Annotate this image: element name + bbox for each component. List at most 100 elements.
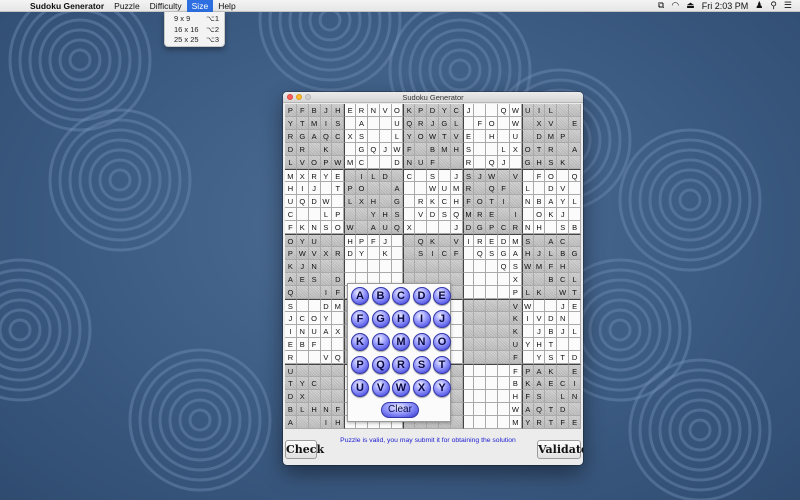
grid-cell[interactable] (450, 325, 463, 338)
grid-cell[interactable] (462, 416, 475, 429)
grid-cell[interactable] (533, 273, 546, 286)
grid-cell[interactable] (320, 377, 333, 390)
grid-cell[interactable]: E (462, 130, 475, 143)
grid-cell[interactable]: C (296, 312, 309, 325)
grid-cell[interactable]: H (521, 247, 534, 260)
grid-cell[interactable] (498, 390, 510, 403)
grid-cell[interactable]: H (285, 182, 297, 195)
grid-cell[interactable]: R (415, 195, 428, 208)
grid-cell[interactable] (320, 234, 333, 247)
grid-cell[interactable] (438, 221, 451, 234)
grid-cell[interactable] (415, 169, 428, 182)
grid-cell[interactable] (462, 338, 475, 351)
grid-cell[interactable]: K (285, 260, 297, 273)
grid-cell[interactable]: J (474, 169, 487, 182)
grid-cell[interactable]: Q (450, 208, 463, 221)
grid-cell[interactable]: D (332, 273, 345, 286)
grid-cell[interactable] (557, 143, 570, 156)
grid-cell[interactable]: J (427, 117, 439, 130)
grid-cell[interactable] (450, 377, 463, 390)
grid-cell[interactable] (486, 338, 499, 351)
grid-cell[interactable] (308, 364, 321, 377)
grid-cell[interactable]: B (308, 104, 321, 117)
grid-cell[interactable]: L (569, 273, 581, 286)
grid-cell[interactable]: V (296, 156, 309, 169)
letter-button-a[interactable]: A (351, 287, 369, 305)
grid-cell[interactable]: M (450, 182, 463, 195)
grid-cell[interactable] (486, 364, 499, 377)
grid-cell[interactable] (438, 260, 451, 273)
grid-cell[interactable] (474, 182, 487, 195)
grid-cell[interactable] (569, 130, 581, 143)
grid-cell[interactable] (344, 117, 357, 130)
grid-cell[interactable]: A (545, 195, 558, 208)
grid-cell[interactable]: H (533, 338, 546, 351)
grid-cell[interactable]: I (320, 117, 333, 130)
close-icon[interactable] (287, 94, 293, 100)
grid-cell[interactable] (521, 351, 534, 364)
grid-cell[interactable]: U (391, 117, 404, 130)
letter-button-l[interactable]: L (371, 333, 390, 351)
grid-cell[interactable] (344, 143, 357, 156)
grid-cell[interactable]: H (486, 130, 499, 143)
letter-button-v[interactable]: V (371, 379, 390, 397)
grid-cell[interactable] (474, 286, 487, 299)
grid-cell[interactable]: H (367, 195, 380, 208)
grid-cell[interactable]: I (462, 234, 475, 247)
grid-cell[interactable]: C (557, 377, 570, 390)
grid-cell[interactable]: W (332, 156, 345, 169)
grid-cell[interactable] (498, 377, 510, 390)
grid-cell[interactable]: E (332, 169, 345, 182)
grid-cell[interactable] (569, 104, 581, 117)
grid-cell[interactable]: P (320, 156, 333, 169)
grid-cell[interactable] (557, 364, 570, 377)
grid-cell[interactable] (474, 325, 487, 338)
grid-cell[interactable]: W (521, 299, 534, 312)
letter-button-e[interactable]: E (433, 287, 451, 305)
grid-cell[interactable]: S (462, 169, 475, 182)
grid-cell[interactable]: U (285, 195, 297, 208)
grid-cell[interactable] (498, 286, 510, 299)
grid-cell[interactable]: C (356, 156, 368, 169)
size-option-25x25[interactable]: 25 x 25 ⌥3 (165, 35, 224, 46)
grid-cell[interactable]: E (545, 377, 558, 390)
grid-cell[interactable] (462, 247, 475, 260)
letter-button-s[interactable]: S (412, 356, 431, 374)
grid-cell[interactable]: S (533, 390, 546, 403)
grid-cell[interactable]: G (438, 117, 451, 130)
grid-cell[interactable]: C (332, 130, 345, 143)
grid-cell[interactable]: R (545, 143, 558, 156)
grid-cell[interactable] (545, 390, 558, 403)
grid-cell[interactable] (356, 208, 368, 221)
grid-cell[interactable]: V (415, 208, 428, 221)
grid-cell[interactable] (332, 143, 345, 156)
grid-cell[interactable] (557, 169, 570, 182)
grid-cell[interactable] (450, 156, 463, 169)
grid-cell[interactable]: N (403, 156, 416, 169)
grid-cell[interactable]: T (533, 143, 546, 156)
grid-cell[interactable]: W (557, 286, 570, 299)
grid-cell[interactable]: X (509, 143, 522, 156)
grid-cell[interactable]: S (427, 169, 439, 182)
grid-cell[interactable]: O (533, 208, 546, 221)
grid-cell[interactable] (486, 286, 499, 299)
grid-cell[interactable] (474, 351, 487, 364)
grid-cell[interactable]: B (569, 221, 581, 234)
grid-cell[interactable] (569, 156, 581, 169)
grid-cell[interactable] (521, 325, 534, 338)
grid-cell[interactable]: S (521, 234, 534, 247)
grid-cell[interactable]: H (450, 143, 463, 156)
grid-cell[interactable] (320, 260, 333, 273)
grid-cell[interactable]: O (474, 195, 487, 208)
grid-cell[interactable] (486, 390, 499, 403)
grid-cell[interactable]: Q (498, 104, 510, 117)
grid-cell[interactable]: J (557, 299, 570, 312)
grid-cell[interactable]: C (438, 247, 451, 260)
grid-cell[interactable]: S (415, 247, 428, 260)
grid-cell[interactable]: W (509, 117, 522, 130)
grid-cell[interactable]: P (509, 286, 522, 299)
grid-cell[interactable] (498, 130, 510, 143)
grid-cell[interactable]: H (533, 156, 546, 169)
grid-cell[interactable]: F (509, 364, 522, 377)
grid-cell[interactable]: W (320, 195, 333, 208)
